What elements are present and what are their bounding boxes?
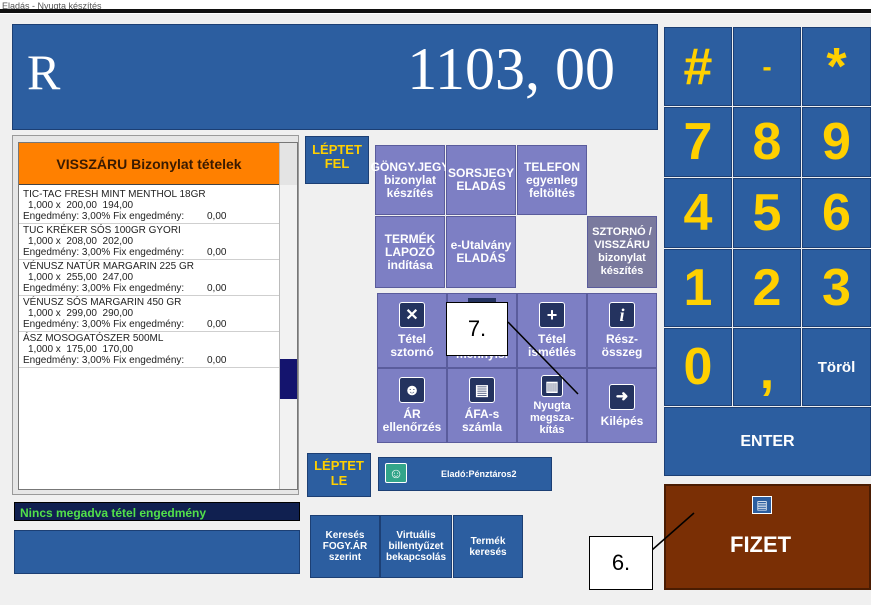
callout-lines <box>507 321 695 551</box>
callout-6-line <box>651 512 695 551</box>
callout-6-box: 6. <box>589 536 653 590</box>
callout-7-box: 7. <box>446 302 508 356</box>
callout-7-line <box>507 321 579 395</box>
